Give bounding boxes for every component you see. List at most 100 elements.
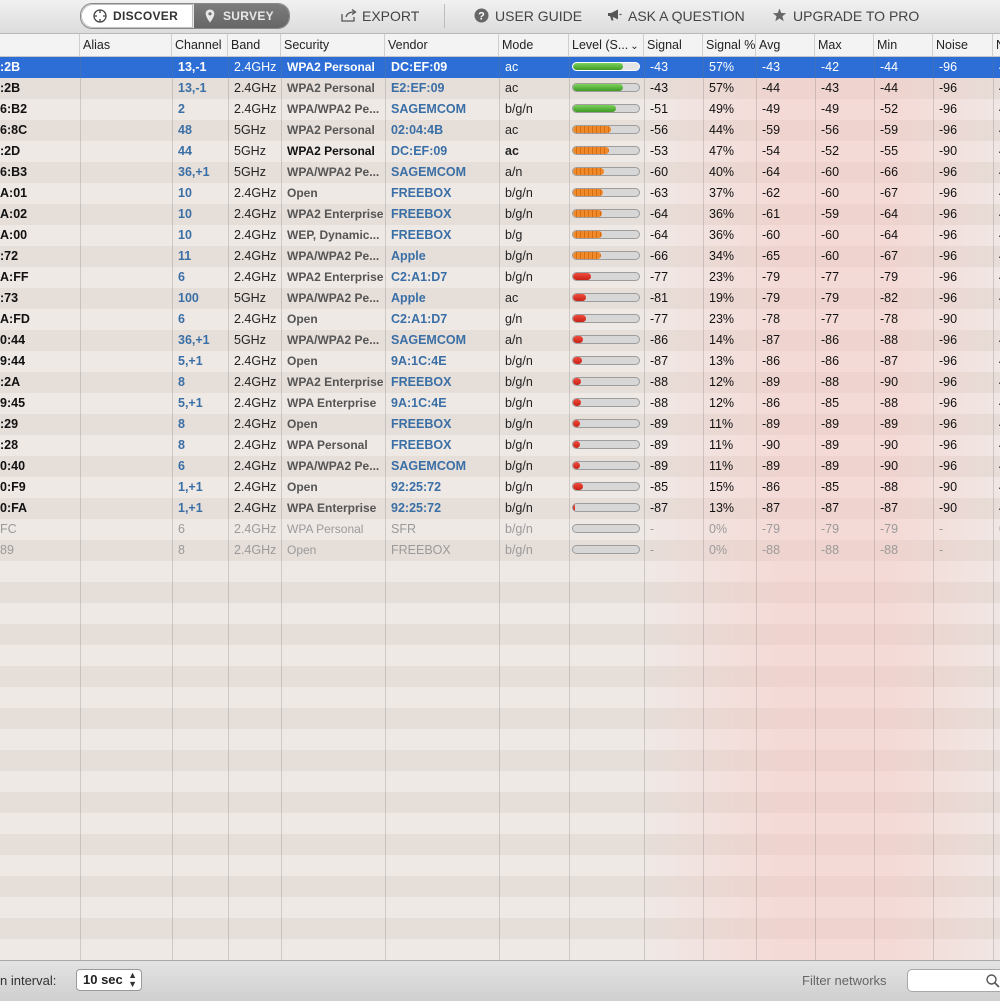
security-cell: WPA Personal (287, 438, 368, 452)
table-row[interactable]: 6:B3 36,+1 5GHz WPA/WPA2 Pe... SAGEMCOM a/n -6… (0, 162, 1000, 183)
table-row[interactable]: 0:40 6 2.4GHz WPA/WPA2 Pe... SAGEMCOM b/g/n -8… (0, 456, 1000, 477)
table-row[interactable]: FC 6 2.4GHz WPA Personal SFR b/g/n - 0% -79 -79 -7… (0, 519, 1000, 540)
column-header-channel[interactable]: Channel (172, 34, 228, 56)
table-row[interactable]: A:FD 6 2.4GHz Open C2:A1:D7 g/n -77 23% -78 -77 -7… (0, 309, 1000, 330)
ssid-cell: :73 (0, 291, 19, 305)
band-cell: 2.4GHz (234, 375, 277, 389)
table-row[interactable]: :72 11 2.4GHz WPA/WPA2 Pe... Apple b/g/n -66 34… (0, 246, 1000, 267)
table-row[interactable]: 9:44 5,+1 2.4GHz Open 9A:1C:4E b/g/n -87 13% -86… (0, 351, 1000, 372)
column-divider (499, 57, 500, 960)
signal-cell: -87 (650, 354, 669, 368)
security-cell: WPA Personal (287, 522, 364, 536)
table-row[interactable]: :2B 13,-1 2.4GHz WPA2 Personal DC:EF:09 ac -43… (0, 57, 1000, 78)
discover-button[interactable]: DISCOVER (81, 4, 193, 28)
security-cell: Open (287, 312, 318, 326)
column-header-max[interactable]: Max (815, 34, 874, 56)
max-cell: -42 (821, 60, 840, 74)
table-row[interactable]: 0:F9 1,+1 2.4GHz Open 92:25:72 b/g/n -85 15% -86… (0, 477, 1000, 498)
alias-cell (80, 477, 172, 498)
signal-level-bar (572, 356, 640, 365)
band-cell: 2.4GHz (234, 438, 277, 452)
table-row[interactable]: 6:B2 2 2.4GHz WPA/WPA2 Pe... SAGEMCOM b/g/n -5… (0, 99, 1000, 120)
signal-percent-cell: 23% (709, 270, 735, 284)
table-row[interactable]: :2B 13,-1 2.4GHz WPA2 Personal E2:EF:09 ac -43… (0, 78, 1000, 99)
signal-percent-cell: 44% (709, 123, 735, 137)
signal-percent-cell: 57% (709, 81, 735, 95)
channel-cell: 48 (178, 123, 192, 137)
table-row[interactable]: A:FF 6 2.4GHz WPA2 Enterprise C2:A1:D7 b/g/n -… (0, 267, 1000, 288)
channel-cell: 13,-1 (178, 60, 207, 74)
channel-cell: 5,+1 (178, 354, 203, 368)
signal-percent-cell: 37% (709, 186, 735, 200)
signal-percent-cell: 11% (709, 438, 734, 452)
noise-cell: -96 (939, 438, 958, 452)
ssid-cell: A:02 (0, 207, 28, 221)
ask-question-button[interactable]: ASK A QUESTION (607, 7, 745, 25)
network-table[interactable]: :2B 13,-1 2.4GHz WPA2 Personal DC:EF:09 ac -43… (0, 57, 1000, 960)
table-row[interactable]: 89 8 2.4GHz Open FREEBOX b/g/n - 0% -88 -88 -88 - (0, 540, 1000, 561)
signal-cell: -89 (650, 459, 669, 473)
column-header-signal[interactable]: Signal (644, 34, 703, 56)
column-divider (644, 57, 645, 960)
vendor-cell: 9A:1C:4E (391, 354, 447, 368)
noise-cell: -96 (939, 228, 958, 242)
signal-level-fill (573, 441, 581, 448)
avg-cell: -61 (762, 207, 781, 221)
table-row[interactable]: :2A 8 2.4GHz WPA2 Enterprise FREEBOX b/g/n -88… (0, 372, 1000, 393)
column-header-min[interactable]: Min (874, 34, 933, 56)
scan-interval-select[interactable]: 10 sec ▲ ▼ (76, 969, 142, 991)
survey-button[interactable]: SURVEY (194, 4, 289, 28)
export-button[interactable]: EXPORT (341, 7, 431, 25)
mode-cell: ac (505, 291, 519, 305)
column-header-security[interactable]: Security (281, 34, 385, 56)
survey-label: SURVEY (223, 9, 274, 23)
column-header-band[interactable]: Band (228, 34, 281, 56)
signal-level-bar (572, 398, 640, 407)
column-header-noise[interactable]: Noise (933, 34, 993, 56)
table-row[interactable]: 9:45 5,+1 2.4GHz WPA Enterprise 9A:1C:4E b/g/… (0, 393, 1000, 414)
table-row[interactable]: :73 100 5GHz WPA/WPA2 Pe... Apple ac -81 19% -79… (0, 288, 1000, 309)
column-header-vendor[interactable]: Vendor (385, 34, 499, 56)
column-header-alias[interactable]: Alias (80, 34, 172, 56)
table-row[interactable]: 0:44 36,+1 5GHz WPA/WPA2 Pe... SAGEMCOM a/n -8… (0, 330, 1000, 351)
security-cell: WPA Enterprise (287, 501, 377, 515)
vendor-cell: DC:EF:09 (391, 144, 448, 158)
alias-cell (80, 309, 172, 330)
min-cell: -90 (880, 459, 899, 473)
min-cell: -59 (880, 123, 899, 137)
table-row[interactable]: :28 8 2.4GHz WPA Personal FREEBOX b/g/n -89 11%… (0, 435, 1000, 456)
vendor-cell: 92:25:72 (391, 501, 442, 515)
table-row[interactable]: A:01 10 2.4GHz Open FREEBOX b/g/n -63 37% -62 -60… (0, 183, 1000, 204)
table-row[interactable]: :2D 44 5GHz WPA2 Personal DC:EF:09 ac -53 47% -5… (0, 141, 1000, 162)
column-header-next[interactable]: N (993, 34, 1000, 56)
table-row[interactable]: :29 8 2.4GHz Open FREEBOX b/g/n -89 11% -89 -89 -8… (0, 414, 1000, 435)
min-cell: -89 (880, 417, 899, 431)
signal-level-bar (572, 104, 640, 113)
alias-cell (80, 456, 172, 477)
column-header-level[interactable]: Level (S... ⌄ (569, 34, 644, 56)
vendor-cell: FREEBOX (391, 207, 452, 221)
status-bar: n interval: 10 sec ▲ ▼ Filter networks (0, 960, 1000, 1001)
signal-level-bar (572, 293, 640, 302)
vendor-cell: C2:A1:D7 (391, 312, 448, 326)
column-header-name[interactable] (0, 34, 80, 56)
alias-cell (80, 57, 172, 78)
filter-networks-input[interactable] (907, 969, 1000, 992)
channel-cell: 8 (178, 375, 185, 389)
table-row[interactable]: A:00 10 2.4GHz WEP, Dynamic... FREEBOX b/g -64… (0, 225, 1000, 246)
ssid-cell: :72 (0, 249, 19, 263)
signal-level-fill (573, 315, 587, 322)
table-row[interactable]: 6:8C 48 5GHz WPA2 Personal 02:04:4B ac -56 44% -… (0, 120, 1000, 141)
table-row[interactable]: 0:FA 1,+1 2.4GHz WPA Enterprise 92:25:72 b/g/… (0, 498, 1000, 519)
next-column-cell: 4 (993, 120, 1000, 141)
column-header-avg[interactable]: Avg (756, 34, 815, 56)
upgrade-button[interactable]: UPGRADE TO PRO (772, 7, 919, 25)
table-row[interactable]: A:02 10 2.4GHz WPA2 Enterprise FREEBOX b/g/n -… (0, 204, 1000, 225)
min-cell: -90 (880, 438, 899, 452)
column-header-signal-percent[interactable]: Signal % (703, 34, 756, 56)
column-header-mode[interactable]: Mode (499, 34, 569, 56)
signal-level-bar (572, 545, 640, 554)
user-guide-button[interactable]: ? USER GUIDE (474, 7, 584, 25)
security-cell: WPA/WPA2 Pe... (287, 291, 380, 305)
signal-level-bar (572, 524, 640, 533)
